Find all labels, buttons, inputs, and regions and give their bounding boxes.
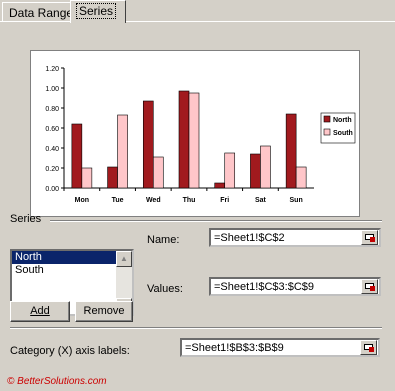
tab-data-range-label: Data Range: [9, 6, 74, 20]
y-tick-label: 0.20: [45, 166, 59, 173]
series-group-label: Series: [10, 213, 42, 225]
footer-credit: © BetterSolutions.com: [7, 376, 107, 387]
legend-label-south: South: [333, 130, 353, 137]
legend-swatch-south: [323, 128, 331, 136]
bar-south-fri: [224, 152, 236, 189]
bar-north-tue: [107, 166, 118, 189]
bar-south-mon: [81, 167, 93, 189]
bar-south-sat: [260, 145, 271, 189]
tab-data-range[interactable]: Data Range: [2, 2, 81, 22]
bar-south-sun: [295, 166, 307, 189]
values-field[interactable]: =Sheet1!$C$3:$C$9: [209, 277, 381, 296]
x-tick-label: Mon: [75, 197, 89, 204]
tab-strip: Data Range Series: [0, 0, 395, 23]
y-tick-label: 0.80: [45, 106, 59, 113]
x-tick-label: Thu: [183, 197, 196, 204]
bar-north-fri: [214, 182, 226, 189]
values-label: Values:: [147, 283, 183, 295]
series-list-item-north[interactable]: North: [12, 251, 116, 264]
bar-north-wed: [142, 100, 154, 189]
category-field-value: =Sheet1!$B$3:$B$9: [185, 342, 284, 354]
x-tick-label: Sun: [290, 197, 303, 204]
collapse-dialog-icon[interactable]: [360, 340, 377, 355]
x-tick-label: Fri: [220, 197, 229, 204]
category-field[interactable]: =Sheet1!$B$3:$B$9: [180, 338, 380, 357]
chart-svg: 0.00 0.20 0.40 0.60 0.80 1.00 1.20 Mon Tue Wed Thu…: [45, 66, 356, 204]
y-tick-label: 0.00: [45, 186, 59, 193]
name-field[interactable]: =Sheet1!$C$2: [209, 228, 381, 247]
x-tick-label: Sat: [255, 197, 267, 204]
bar-south-tue: [117, 114, 128, 189]
y-tick-label: 1.20: [45, 66, 59, 73]
series-list-item-south[interactable]: South: [12, 264, 116, 277]
remove-series-button[interactable]: Remove: [75, 301, 133, 322]
name-label: Name:: [147, 234, 180, 246]
tab-series[interactable]: Series: [70, 0, 126, 23]
name-field-value: =Sheet1!$C$2: [214, 232, 285, 244]
category-label: Category (X) axis labels:: [10, 345, 130, 357]
bar-north-mon: [71, 123, 83, 189]
bar-south-thu: [188, 92, 200, 189]
bar-north-sat: [250, 153, 261, 189]
legend-label-north: North: [333, 117, 352, 124]
collapse-dialog-icon[interactable]: [361, 230, 378, 245]
y-tick-label: 0.40: [45, 146, 59, 153]
add-series-button[interactable]: Add: [10, 301, 70, 322]
series-group-divider: [50, 220, 382, 222]
x-tick-label: Wed: [146, 197, 161, 204]
scroll-up-button[interactable]: ▲: [116, 251, 132, 267]
x-tick-label: Tue: [112, 197, 124, 204]
bar-north-sun: [285, 113, 297, 189]
remove-series-label: Remove: [83, 305, 125, 317]
bar-north-thu: [178, 90, 190, 189]
collapse-dialog-icon[interactable]: [361, 279, 378, 294]
bar-south-wed: [152, 156, 164, 189]
y-tick-label: 0.60: [45, 126, 59, 133]
chart-preview: 0.00 0.20 0.40 0.60 0.80 1.00 1.20 Mon Tue Wed Thu…: [30, 50, 360, 217]
series-panel: 0.00 0.20 0.40 0.60 0.80 1.00 1.20 Mon Tue Wed Thu…: [0, 21, 395, 391]
add-series-label: Add: [30, 305, 50, 317]
values-field-value: =Sheet1!$C$3:$C$9: [214, 281, 314, 293]
y-tick-label: 1.00: [45, 86, 59, 93]
tab-series-label: Series: [75, 3, 117, 19]
legend-swatch-north: [323, 115, 331, 123]
category-divider: [10, 327, 382, 329]
